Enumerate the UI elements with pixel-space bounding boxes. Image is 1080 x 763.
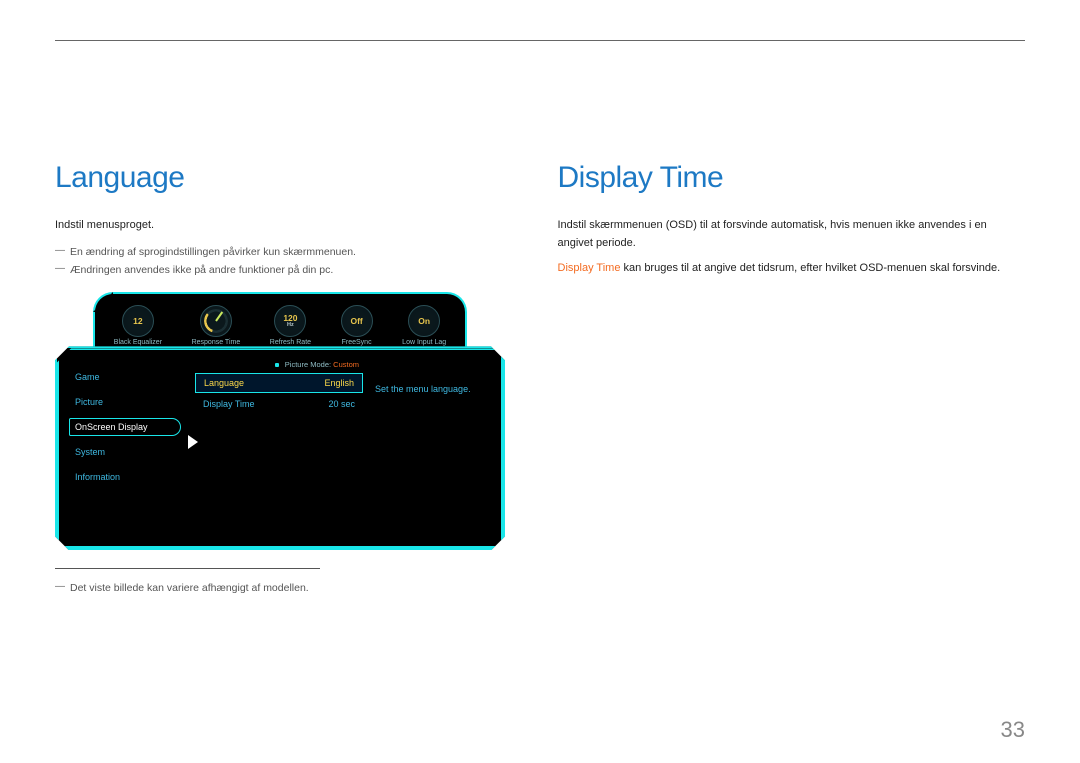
heading-display-time: Display Time (558, 161, 1026, 195)
display-time-term: Display Time (558, 262, 621, 274)
osd-top-bar: 12 Black Equalizer Response Time 120 (93, 292, 467, 352)
osd-screenshot: 12 Black Equalizer Response Time 120 (55, 292, 505, 550)
dial-refresh-rate: 120 Hz Refresh Rate (270, 305, 311, 346)
osd-body: Game Picture OnScreen Display System Inf… (55, 346, 505, 550)
manual-page: Language Indstil menusproget. En ændring… (0, 0, 1080, 763)
dial-response-time: Response Time (192, 305, 241, 346)
sidebar-item-picture[interactable]: Picture (69, 393, 181, 411)
display-time-desc-1: Indstil skærmmenuen (OSD) til at forsvin… (558, 217, 1026, 252)
dial-label: Refresh Rate (270, 339, 311, 346)
osd-description-pane: Set the menu language. (369, 348, 503, 548)
footnote-rule (55, 568, 320, 569)
bullet-icon (275, 363, 279, 367)
option-label: Display Time (203, 399, 255, 409)
dial-black-equalizer: 12 Black Equalizer (114, 305, 162, 346)
dial-sub: Hz (287, 322, 294, 328)
picture-mode-row: Picture Mode: Custom (195, 358, 363, 371)
right-column: Display Time Indstil skærmmenuen (OSD) t… (558, 161, 1026, 598)
sidebar-item-game[interactable]: Game (69, 368, 181, 386)
image-vary-footnote: Det viste billede kan variere afhængigt … (55, 579, 523, 598)
sidebar-item-information[interactable]: Information (69, 468, 181, 486)
option-row-language[interactable]: Language English (195, 373, 363, 393)
display-time-desc-2-rest: kan bruges til at angive det tidsrum, ef… (620, 262, 1000, 274)
dial-value: On (418, 316, 430, 326)
sidebar-item-onscreen-display[interactable]: OnScreen Display (69, 418, 181, 436)
heading-language: Language (55, 161, 523, 195)
top-rule (55, 40, 1025, 41)
option-label: Language (204, 378, 244, 388)
dial-label: Black Equalizer (114, 339, 162, 346)
dial-label: FreeSync (342, 339, 372, 346)
two-column-layout: Language Indstil menusproget. En ændring… (55, 161, 1025, 598)
osd-sidebar: Game Picture OnScreen Display System Inf… (57, 348, 189, 548)
option-row-display-time[interactable]: Display Time 20 sec (195, 395, 363, 413)
sidebar-item-system[interactable]: System (69, 443, 181, 461)
dial-label: Low Input Lag (402, 339, 446, 346)
gauge-icon (200, 305, 232, 337)
option-value: English (324, 378, 354, 388)
dial-label: Response Time (192, 339, 241, 346)
display-time-desc-2: Display Time kan bruges til at angive de… (558, 260, 1026, 278)
left-column: Language Indstil menusproget. En ændring… (55, 161, 523, 598)
language-footnote-2: Ændringen anvendes ikke på andre funktio… (55, 261, 523, 280)
dial-value: Off (350, 316, 362, 326)
page-number: 33 (1001, 717, 1025, 743)
language-desc: Indstil menusproget. (55, 217, 523, 235)
osd-description-text: Set the menu language. (375, 384, 471, 394)
option-value: 20 sec (328, 399, 355, 409)
dial-freesync: Off FreeSync (341, 305, 373, 346)
dial-value: 12 (133, 316, 142, 326)
picture-mode-label: Picture Mode: (285, 360, 333, 369)
picture-mode-value: Custom (333, 360, 359, 369)
language-footnote-1: En ændring af sprogindstillingen påvirke… (55, 243, 523, 262)
dial-low-input-lag: On Low Input Lag (402, 305, 446, 346)
osd-options-pane: Picture Mode: Custom Language English Di… (189, 348, 369, 548)
